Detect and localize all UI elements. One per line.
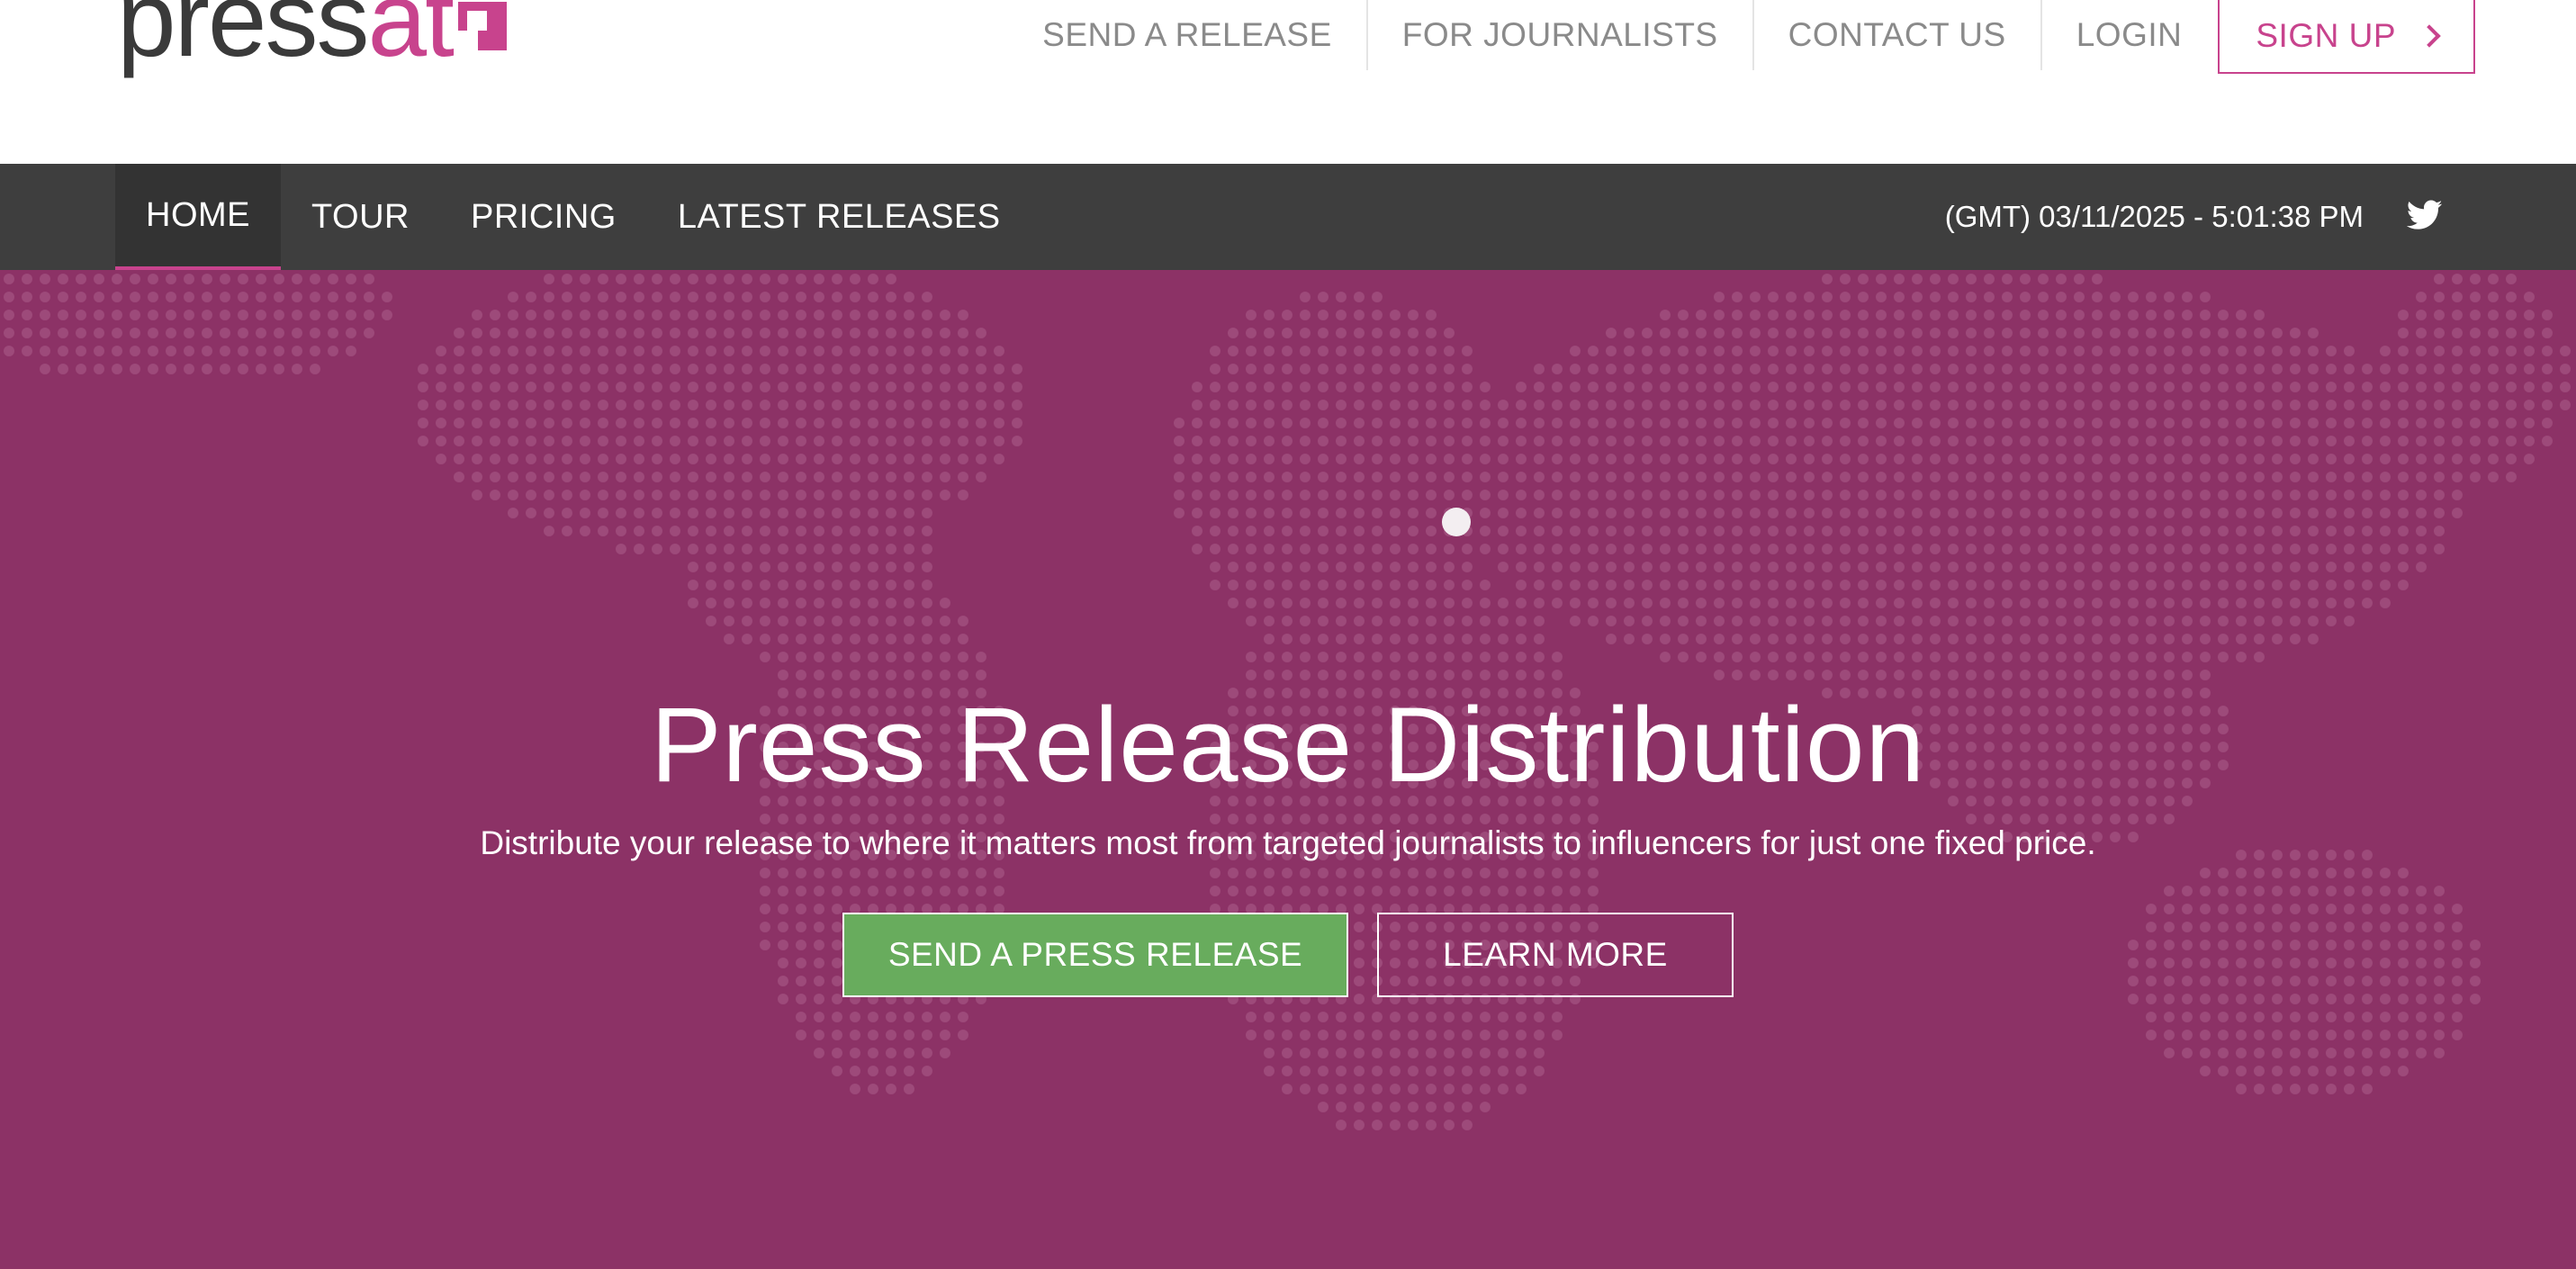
main-nav: HOME TOUR PRICING LATEST RELEASES (GMT) … [0, 164, 2576, 270]
hero-subtitle: Distribute your release to where it matt… [480, 824, 2096, 861]
main-nav-tour[interactable]: TOUR [281, 164, 440, 270]
top-nav: SEND A RELEASE FOR JOURNALISTS CONTACT U… [1008, 0, 2475, 74]
gmt-clock: (GMT) 03/11/2025 - 5:01:38 PM [1944, 200, 2364, 233]
top-nav-send-a-release[interactable]: SEND A RELEASE [1008, 0, 1368, 70]
chevron-right-icon [2418, 24, 2441, 48]
send-press-release-button[interactable]: SEND A PRESS RELEASE [842, 913, 1348, 997]
main-nav-home[interactable]: HOME [115, 164, 281, 270]
hero-buttons: SEND A PRESS RELEASE LEARN MORE [0, 913, 2576, 997]
top-nav-for-journalists[interactable]: FOR JOURNALISTS [1368, 0, 1754, 70]
learn-more-button[interactable]: LEARN MORE [1377, 913, 1734, 997]
pressat-logo[interactable]: press at [117, 0, 507, 74]
main-nav-items: HOME TOUR PRICING LATEST RELEASES [115, 164, 1031, 270]
hero-section: Press Release Distribution Distribute yo… [0, 270, 2576, 1269]
carousel-dot[interactable] [1442, 508, 1471, 536]
signup-button[interactable]: SIGN UP [2218, 0, 2475, 74]
top-nav-login[interactable]: LOGIN [2042, 0, 2217, 70]
main-nav-latest-releases[interactable]: LATEST RELEASES [647, 164, 1031, 270]
logo-word-at: at [367, 0, 455, 79]
top-nav-contact-us[interactable]: CONTACT US [1754, 0, 2042, 70]
signup-label: SIGN UP [2256, 17, 2396, 54]
pressat-logo-mark-icon [457, 2, 507, 50]
main-nav-pricing[interactable]: PRICING [440, 164, 647, 270]
twitter-icon[interactable] [2406, 200, 2443, 230]
hero-title: Press Release Distribution [650, 686, 1926, 805]
logo-word-press: press [117, 0, 370, 79]
top-header: press at SEND A RELEASE FOR JOURNALISTS … [0, 0, 2576, 164]
